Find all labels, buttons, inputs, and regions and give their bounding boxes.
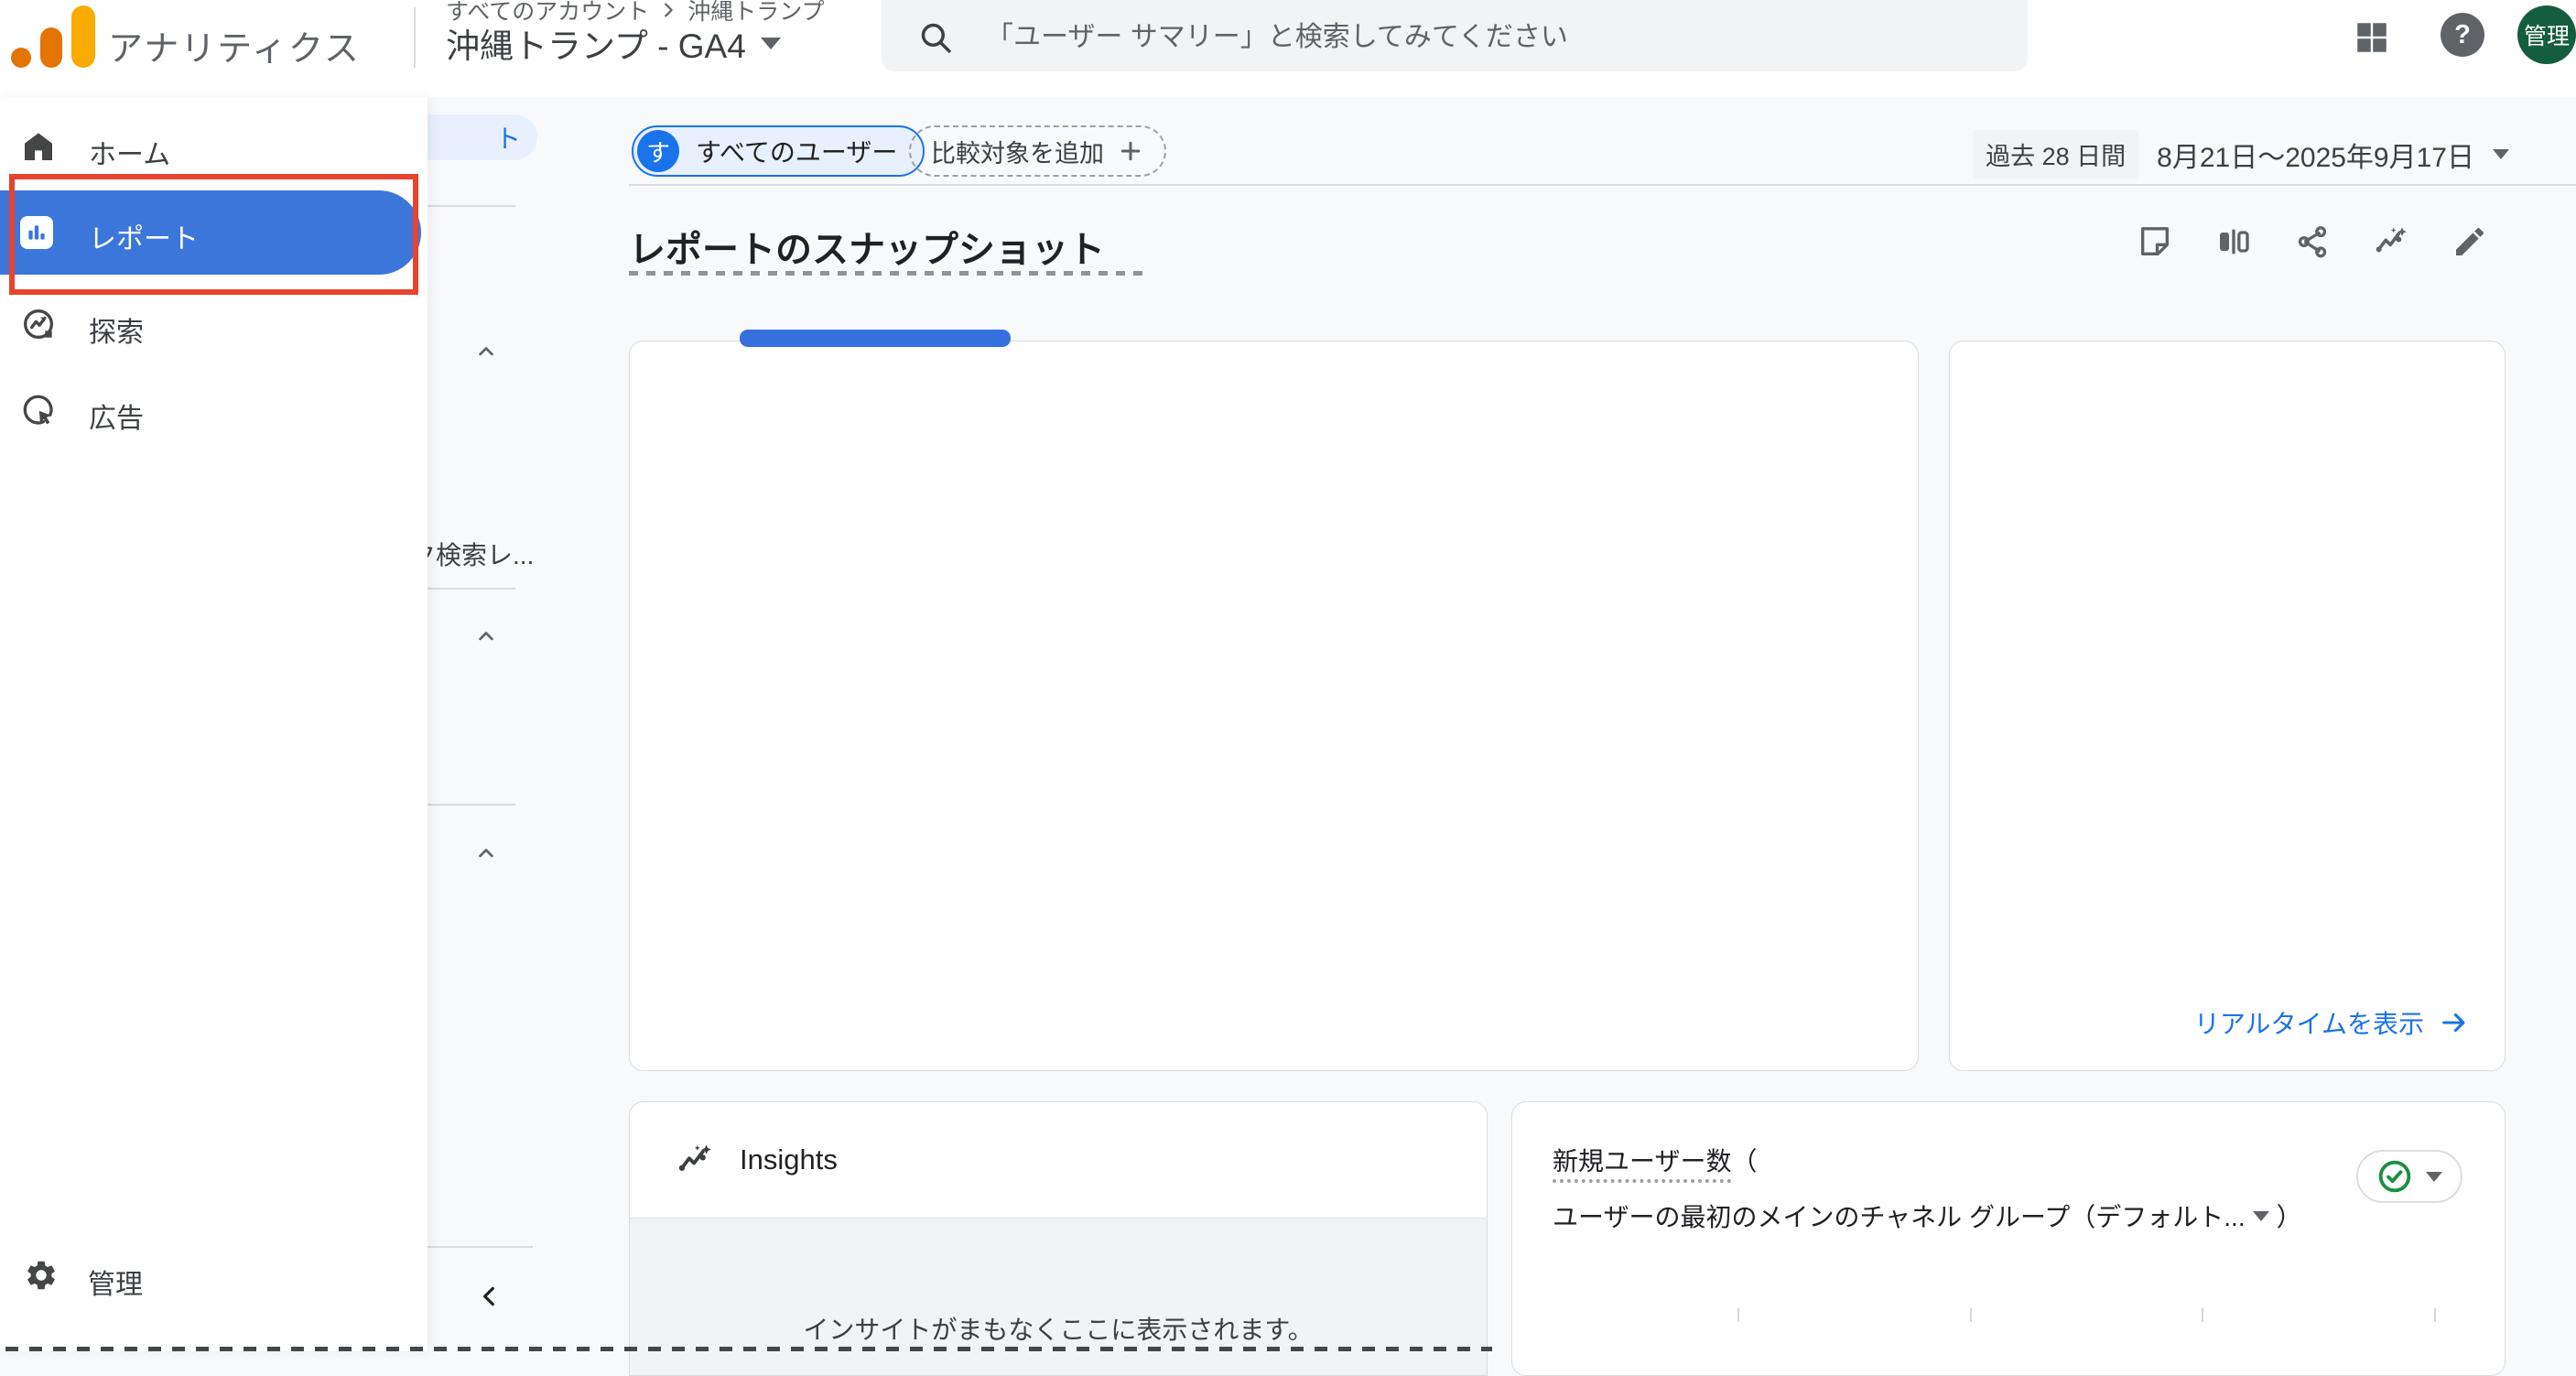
date-range-value: 8月21日～2025年9月17日	[2157, 135, 2474, 175]
account-avatar[interactable]: 管理	[2517, 5, 2576, 64]
add-comparison-label: 比較対象を追加	[931, 134, 1104, 169]
search-bar[interactable]	[882, 0, 2028, 71]
chart-status-dropdown[interactable]	[2356, 1150, 2462, 1203]
arrow-right-icon	[2439, 1007, 2470, 1038]
property-selector[interactable]: 沖縄トランプ - GA4	[446, 18, 781, 68]
date-range-picker[interactable]: 過去 28 日間 8月21日～2025年9月17日	[1973, 130, 2509, 179]
dimension-selector[interactable]: ユーザーの最初のメインのチャネル グループ（デフォルト... ）	[1553, 1197, 2302, 1234]
chevron-up-icon[interactable]	[473, 339, 499, 364]
report-nav-active-item-fragment: ト	[495, 119, 521, 156]
explore-icon	[20, 306, 57, 342]
users-chart-card	[629, 341, 1919, 1071]
chevron-up-icon[interactable]	[473, 840, 499, 866]
sidebar-item-label: 探索	[89, 309, 144, 350]
app-bar: アナリティクス すべてのアカウント 沖縄トランプ 沖縄トランプ - GA4 ? …	[0, 0, 2576, 97]
edit-icon[interactable]	[2451, 222, 2489, 261]
switcher-grid-icon[interactable]	[2353, 18, 2391, 57]
insights-header: Insights	[630, 1102, 1487, 1218]
chevron-down-icon	[2426, 1172, 2442, 1182]
avatar-label: 管理	[2524, 18, 2570, 51]
chevron-down-icon	[2253, 1211, 2269, 1221]
property-name: 沖縄トランプ - GA4	[446, 18, 746, 68]
analytics-logo-icon[interactable]	[11, 48, 31, 68]
view-realtime-label: リアルタイムを表示	[2194, 1004, 2424, 1041]
paren: （	[1731, 1147, 1757, 1176]
note-icon[interactable]	[2136, 222, 2174, 261]
segment-chip-label: すべてのユーザー	[696, 133, 897, 169]
divider	[414, 7, 416, 68]
insights-empty-state: インサイトがまもなくここに表示されます。	[630, 1218, 1487, 1376]
dimension-label: ユーザーの最初のメインのチャネル グループ（デフォルト...	[1553, 1197, 2246, 1234]
insights-title: Insights	[740, 1143, 838, 1176]
bottom-dashed-line	[5, 1347, 1492, 1351]
chart-line-segment	[740, 330, 1011, 347]
add-comparison-chip[interactable]: 比較対象を追加	[909, 125, 1166, 177]
insights-card: Insights インサイトがまもなくここに表示されます。	[629, 1101, 1488, 1376]
report-nav-divider	[428, 205, 515, 207]
segment-avatar: す	[637, 130, 679, 172]
search-icon	[916, 18, 955, 57]
new-users-card: 新規ユーザー数（ ユーザーの最初のメインのチャネル グループ（デフォルト... …	[1511, 1101, 2506, 1376]
paren: ）	[2277, 1197, 2302, 1234]
page-title-dotted-underline	[629, 271, 1147, 276]
axis-tick	[1737, 1308, 1739, 1322]
help-glyph: ?	[2454, 20, 2471, 50]
green-check-icon	[2376, 1158, 2413, 1195]
sidebar-item-label: 管理	[88, 1262, 143, 1302]
date-range-preset: 過去 28 日間	[1973, 130, 2138, 179]
insights-icon	[676, 1141, 714, 1179]
chevron-right-icon	[658, 0, 678, 20]
sidebar-item-admin[interactable]: 管理	[0, 1252, 428, 1304]
realtime-card: リアルタイムを表示	[1949, 341, 2506, 1071]
search-input[interactable]	[986, 22, 1947, 53]
report-toolbar	[2136, 222, 2489, 261]
insights-empty-message: インサイトがまもなくここに表示されます。	[803, 1310, 1313, 1376]
sidebar-item-home[interactable]: ホーム	[0, 123, 428, 174]
report-nav-truncated-item[interactable]: ク検索レ...	[410, 536, 534, 572]
view-realtime-link[interactable]: リアルタイムを表示	[2194, 1004, 2470, 1041]
chevron-down-icon	[761, 38, 781, 49]
plus-icon	[1117, 137, 1144, 165]
chevron-up-icon[interactable]	[473, 623, 499, 649]
sidebar-item-explore[interactable]: 探索	[0, 300, 428, 352]
report-nav-divider	[428, 588, 515, 590]
chevron-left-icon[interactable]	[475, 1282, 504, 1311]
home-icon	[20, 128, 57, 165]
annotation-highlight-rect	[9, 174, 418, 295]
axis-tick	[1970, 1308, 1972, 1322]
chevron-down-icon	[2493, 149, 2509, 159]
page-title: レポートのスナップショット	[629, 220, 1105, 273]
axis-tick	[2434, 1308, 2436, 1322]
new-users-card-title: 新規ユーザー数（	[1553, 1143, 1757, 1181]
help-icon[interactable]: ?	[2441, 13, 2484, 57]
analytics-logo-icon	[71, 5, 95, 68]
sidebar-item-label: 広告	[89, 395, 144, 436]
report-nav-divider	[428, 804, 515, 806]
all-users-segment-chip[interactable]: す すべてのユーザー	[632, 125, 925, 177]
gear-icon	[24, 1258, 59, 1293]
metric-selector[interactable]: 新規ユーザー数	[1553, 1147, 1731, 1183]
ads-icon	[20, 392, 57, 428]
sidebar-item-advertising[interactable]: 広告	[0, 386, 428, 438]
axis-tick	[2202, 1308, 2203, 1322]
report-nav-bottom-divider	[428, 1246, 533, 1248]
compare-icon[interactable]	[2214, 222, 2253, 261]
insights-icon[interactable]	[2372, 222, 2410, 261]
header-divider	[629, 184, 2576, 186]
analytics-logo-icon	[40, 27, 62, 68]
product-name: アナリティクス	[108, 20, 361, 70]
sidebar-item-label: ホーム	[89, 132, 170, 172]
share-icon[interactable]	[2293, 222, 2332, 261]
